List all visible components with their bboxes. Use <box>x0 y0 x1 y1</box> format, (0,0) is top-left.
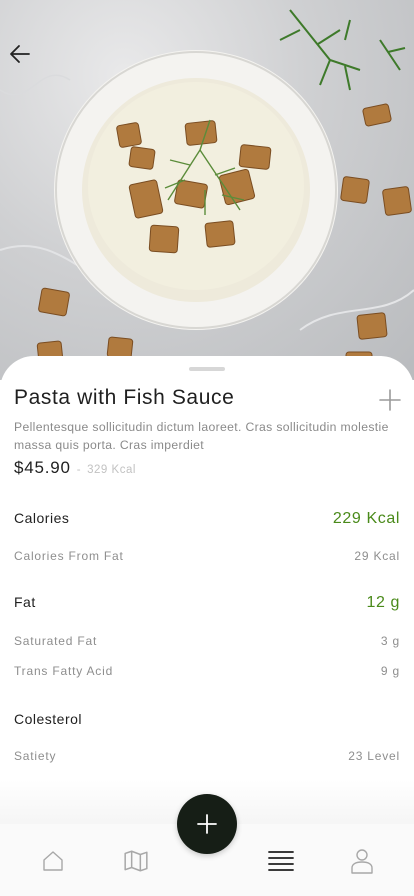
nutrition-row-fat: Fat 12 g <box>14 594 400 612</box>
nutrition-label: Colesterol <box>14 711 83 727</box>
nutrition-row-calories: Calories 229 Kcal <box>14 510 400 528</box>
nutrition-value: 3 g <box>380 634 400 648</box>
nav-list-button[interactable] <box>266 846 296 876</box>
price-row: $45.90 - 329 Kcal <box>14 458 136 478</box>
dish-price: $45.90 <box>14 458 71 477</box>
nutrition-label: Trans Fatty Acid <box>14 664 114 678</box>
nutrition-row-calories-from-fat: Calories From Fat 29 Kcal <box>14 549 400 563</box>
add-fab-button[interactable] <box>177 794 237 854</box>
nav-home-button[interactable] <box>38 846 68 876</box>
nutrition-label: Calories <box>14 510 70 526</box>
nutrition-value: 9 g <box>380 664 400 678</box>
nutrition-label: Saturated Fat <box>14 634 98 648</box>
arrow-left-icon <box>10 45 30 63</box>
nav-map-button[interactable] <box>121 846 151 876</box>
nutrition-value: 229 Kcal <box>332 510 400 527</box>
home-icon <box>43 851 63 871</box>
dish-title: Pasta with Fish Sauce <box>14 386 235 409</box>
profile-icon <box>351 849 373 874</box>
back-button[interactable] <box>8 42 38 72</box>
dish-kcal: 329 Kcal <box>87 464 136 476</box>
nutrition-label: Fat <box>14 594 36 610</box>
nutrition-value: 23 Level <box>348 749 400 763</box>
sheet-handle[interactable] <box>189 367 225 371</box>
plus-icon <box>197 814 217 834</box>
price-separator: - <box>76 464 82 476</box>
dish-description: Pellentesque sollicitudin dictum laoreet… <box>14 420 389 452</box>
hero-food-image <box>0 0 414 380</box>
nutrition-label: Calories From Fat <box>14 549 124 563</box>
add-dish-button[interactable] <box>378 388 402 412</box>
list-icon <box>268 851 294 871</box>
nutrition-row-satiety: Satiety 23 Level <box>14 749 400 763</box>
plus-icon <box>379 389 401 411</box>
nav-profile-button[interactable] <box>347 846 377 876</box>
nutrition-row-colesterol: Colesterol <box>14 711 400 727</box>
nutrition-row-saturated-fat: Saturated Fat 3 g <box>14 634 400 648</box>
nutrition-value: 12 g <box>366 594 400 611</box>
nutrition-value: 29 Kcal <box>354 549 400 563</box>
nutrition-row-trans-fatty-acid: Trans Fatty Acid 9 g <box>14 664 400 678</box>
nutrition-label: Satiety <box>14 749 57 763</box>
map-icon <box>124 850 148 872</box>
